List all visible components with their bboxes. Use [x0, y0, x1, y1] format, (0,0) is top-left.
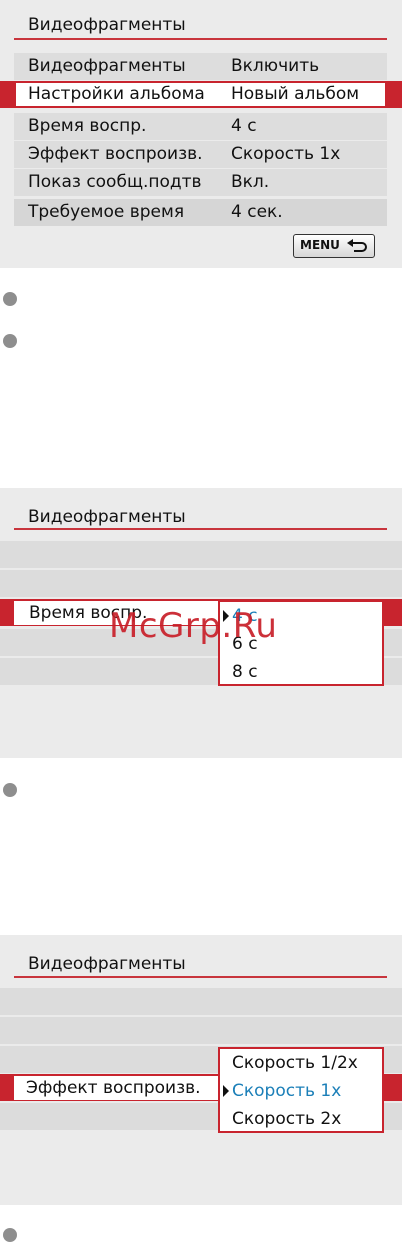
- dropdown-option[interactable]: 8 с: [232, 658, 258, 686]
- menu-button-label: MENU: [300, 238, 340, 252]
- row-label: Время воспр.: [28, 116, 147, 136]
- dropdown-option[interactable]: Скорость 1x: [232, 1077, 341, 1105]
- bullet-icon: [3, 334, 17, 348]
- menu-title: Видеофрагменты: [28, 954, 186, 974]
- bullet-icon: [3, 1228, 17, 1242]
- row-value: 4 с: [231, 116, 257, 136]
- current-option-marker-icon: [223, 1085, 229, 1097]
- bullet-icon: [3, 292, 17, 306]
- dimmed-row: [0, 1017, 402, 1044]
- dimmed-row: [0, 570, 402, 597]
- menu-row-playback-time[interactable]: Время воспр. 4 с: [14, 113, 387, 140]
- row-value: Новый альбом: [231, 84, 360, 104]
- menu-title: Видеофрагменты: [28, 15, 186, 35]
- menu-row-video-snapshots[interactable]: Видеофрагменты Включить: [14, 53, 387, 80]
- row-label: Требуемое время: [28, 202, 185, 222]
- row-value: Скорость 1x: [231, 144, 341, 164]
- selected-setting-label[interactable]: Эффект воспроизв.: [26, 1075, 201, 1102]
- menu-title: Видеофрагменты: [28, 507, 186, 527]
- dimmed-row: [0, 988, 402, 1015]
- row-label: Настройки альбома: [28, 84, 205, 104]
- screen-video-snapshots-menu: Видеофрагменты Видеофрагменты Включить Н…: [0, 0, 402, 268]
- title-underline: [14, 528, 387, 530]
- menu-row-album-settings[interactable]: Настройки альбома Новый альбом: [0, 81, 402, 108]
- dropdown-option[interactable]: Скорость 1/2x: [232, 1049, 358, 1077]
- menu-row-confirm-message[interactable]: Показ сообщ.подтв Вкл.: [14, 169, 387, 196]
- title-underline: [14, 976, 387, 978]
- bullet-icon: [3, 783, 17, 797]
- row-value: 4 сек.: [231, 202, 283, 222]
- dimmed-row: [0, 541, 402, 568]
- row-label: Показ сообщ.подтв: [28, 172, 202, 192]
- menu-back-button[interactable]: MENU: [293, 234, 375, 258]
- playback-effect-dropdown[interactable]: Скорость 1/2x Скорость 1x Скорость 2x: [218, 1047, 384, 1133]
- row-value: Вкл.: [231, 172, 270, 192]
- row-label: Эффект воспроизв.: [28, 144, 203, 164]
- watermark-text: McGrp.Ru: [109, 606, 278, 646]
- menu-row-playback-effect[interactable]: Эффект воспроизв. Скорость 1x: [14, 141, 387, 168]
- return-arrow-icon: [347, 239, 367, 252]
- title-underline: [14, 38, 387, 40]
- dropdown-option[interactable]: Скорость 2x: [232, 1105, 341, 1133]
- row-label: Видеофрагменты: [28, 56, 186, 76]
- row-value: Включить: [231, 56, 320, 76]
- info-row-required-time: Требуемое время 4 сек.: [14, 199, 387, 226]
- screen-playback-effect-select: Видеофрагменты Эффект воспроизв. Скорост…: [0, 935, 402, 1205]
